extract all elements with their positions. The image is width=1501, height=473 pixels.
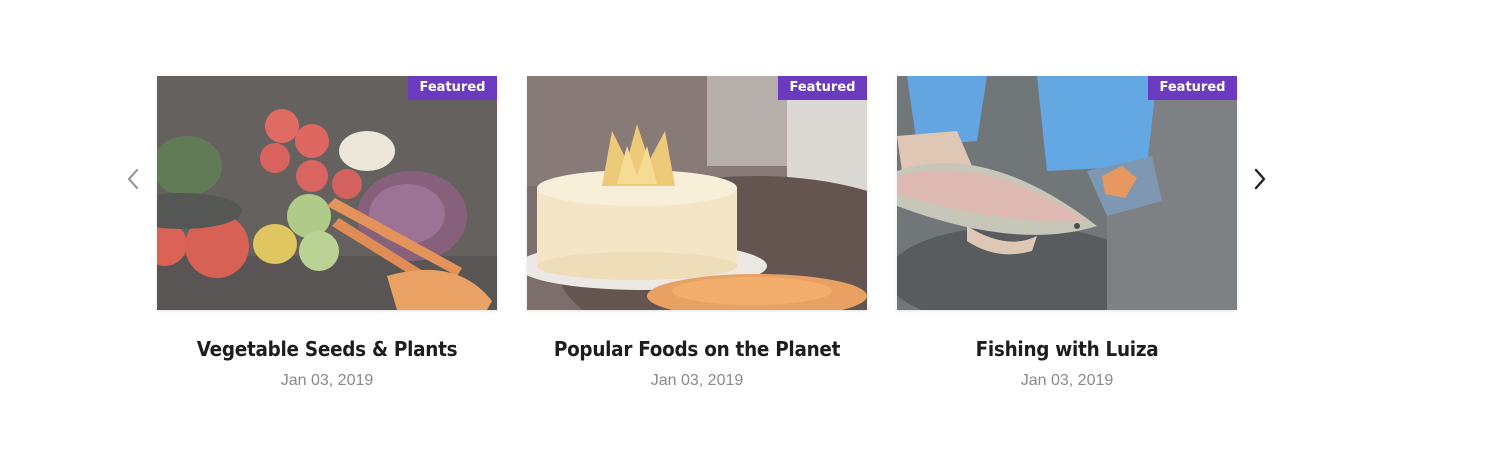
post-carousel: Featured Vegetable Seeds & Plants Jan 03… — [0, 0, 1501, 473]
image-overlay — [157, 76, 497, 310]
carousel-next-button[interactable] — [1247, 165, 1273, 193]
post-card[interactable]: Featured Vegetable Seeds & Plants Jan 03… — [157, 76, 497, 390]
featured-badge: Featured — [408, 76, 497, 100]
featured-badge: Featured — [1148, 76, 1237, 100]
featured-badge: Featured — [778, 76, 867, 100]
post-title[interactable]: Vegetable Seeds & Plants — [171, 337, 484, 361]
post-card[interactable]: Featured Fishing with Luiza Jan 03, 2019 — [897, 76, 1237, 390]
post-date: Jan 03, 2019 — [280, 372, 374, 389]
post-date: Jan 03, 2019 — [650, 372, 744, 389]
post-title[interactable]: Fishing with Luiza — [911, 337, 1224, 361]
carousel-prev-button[interactable] — [120, 165, 146, 193]
post-card[interactable]: Featured Popular Foods on the Planet Jan… — [527, 76, 867, 390]
post-image-fishing[interactable]: Featured — [897, 76, 1237, 310]
post-image-vegetables[interactable]: Featured — [157, 76, 497, 310]
chevron-left-icon — [127, 168, 139, 190]
post-image-cake[interactable]: Featured — [527, 76, 867, 310]
image-overlay — [527, 76, 867, 310]
post-date: Jan 03, 2019 — [1020, 372, 1114, 389]
chevron-right-icon — [1254, 168, 1266, 190]
image-overlay — [897, 76, 1237, 310]
post-title[interactable]: Popular Foods on the Planet — [541, 337, 854, 361]
